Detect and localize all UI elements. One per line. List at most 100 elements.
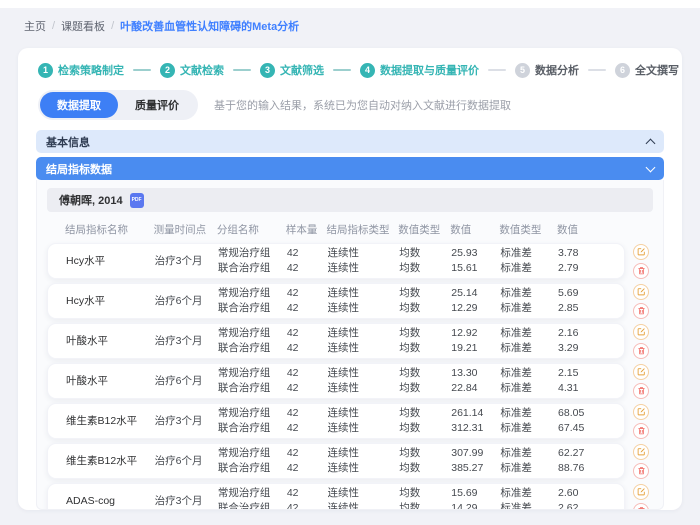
cell-line: 13.30	[451, 366, 496, 381]
breadcrumb-current[interactable]: 叶酸改善血管性认知障碍的Meta分析	[120, 18, 299, 34]
breadcrumb-board[interactable]: 课题看板	[61, 18, 105, 34]
cell-line: 常规治疗组	[218, 286, 283, 301]
edit-row-button[interactable]	[633, 284, 649, 300]
step-number-badge: 3	[260, 63, 275, 78]
tab-data-extraction[interactable]: 数据提取	[40, 92, 118, 118]
tab-quality-evaluation[interactable]: 质量评价	[118, 92, 196, 118]
cell-line: 42	[287, 286, 324, 301]
cell-line: 标准差	[500, 326, 554, 341]
column-header: 结局指标名称	[65, 222, 150, 237]
cell-value-2: 2.163.29	[558, 326, 606, 356]
step-5[interactable]: 5 数据分析	[515, 62, 579, 78]
step-number-badge: 5	[515, 63, 530, 78]
column-header: 数值类型	[499, 222, 553, 237]
column-header: 分组名称	[217, 222, 282, 237]
cell-line: 连续性	[328, 341, 396, 356]
edit-row-button[interactable]	[633, 324, 649, 340]
row-card: 叶酸水平 治疗3个月 常规治疗组联合治疗组 4242 连续性连续性 均数均数 1…	[47, 323, 625, 359]
cell-line: 均数	[399, 381, 447, 396]
step-label: 文献筛选	[280, 62, 324, 78]
cell-line: 15.69	[451, 486, 496, 501]
cell-value-type-1: 均数均数	[399, 486, 447, 510]
main-card: 1 检索策略制定 2 文献检索 3 文献筛选 4 数据提取与质量评价 5 数据分…	[18, 48, 682, 510]
cell-line: 5.69	[558, 286, 606, 301]
table-row: 叶酸水平 治疗6个月 常规治疗组联合治疗组 4242 连续性连续性 均数均数 1…	[47, 363, 653, 399]
cell-outcome-name: 维生素B12水平	[66, 414, 151, 428]
cell-line: 2.79	[558, 261, 606, 276]
cell-line: 385.27	[451, 461, 496, 476]
cell-line: 连续性	[328, 421, 396, 436]
cell-value-1: 307.99385.27	[451, 446, 496, 476]
cell-value-type-1: 均数均数	[399, 286, 447, 316]
chevron-down-icon	[646, 162, 656, 172]
section-outcome-data[interactable]: 结局指标数据	[36, 157, 664, 180]
cell-line: 312.31	[451, 421, 496, 436]
section-basic-info[interactable]: 基本信息	[36, 130, 664, 153]
delete-row-button[interactable]	[633, 463, 649, 479]
breadcrumb-separator: /	[52, 20, 55, 32]
delete-row-button[interactable]	[633, 503, 649, 511]
delete-row-button[interactable]	[633, 383, 649, 399]
row-actions	[633, 444, 653, 479]
step-4[interactable]: 4 数据提取与质量评价	[360, 62, 479, 78]
cell-line: 3.78	[558, 246, 606, 261]
delete-row-button[interactable]	[633, 343, 649, 359]
column-header: 数值类型	[398, 222, 446, 237]
cell-line: 42	[287, 461, 324, 476]
step-label: 数据提取与质量评价	[380, 62, 479, 78]
tabs-row: 数据提取 质量评价 基于您的输入结果，系统已为您自动对纳入文献进行数据提取	[38, 90, 662, 120]
cell-outcome-name: Hcy水平	[66, 294, 151, 308]
trash-icon	[637, 466, 646, 475]
edit-row-button[interactable]	[633, 484, 649, 500]
step-connector	[233, 69, 251, 71]
cell-line: 均数	[399, 446, 447, 461]
cell-line: 2.85	[558, 301, 606, 316]
cell-value-type-2: 标准差标准差	[500, 246, 554, 276]
row-card: 维生素B12水平 治疗6个月 常规治疗组联合治疗组 4242 连续性连续性 均数…	[47, 443, 625, 479]
trash-icon	[637, 266, 646, 275]
trash-icon	[637, 506, 646, 510]
edit-row-button[interactable]	[633, 444, 649, 460]
edit-row-button[interactable]	[633, 364, 649, 380]
edit-icon	[637, 447, 646, 456]
cell-value-1: 13.3022.84	[451, 366, 496, 396]
edit-row-button[interactable]	[633, 404, 649, 420]
row-actions	[633, 284, 653, 319]
cell-line: 261.14	[451, 406, 496, 421]
step-2[interactable]: 2 文献检索	[160, 62, 224, 78]
cell-value-type-1: 均数均数	[399, 326, 447, 356]
table-row: Hcy水平 治疗3个月 常规治疗组联合治疗组 4242 连续性连续性 均数均数 …	[47, 243, 653, 279]
delete-row-button[interactable]	[633, 303, 649, 319]
step-6[interactable]: 6 全文撰写	[615, 62, 679, 78]
delete-row-button[interactable]	[633, 423, 649, 439]
delete-row-button[interactable]	[633, 263, 649, 279]
cell-value-type-2: 标准差标准差	[500, 446, 554, 476]
cell-line: 22.84	[451, 381, 496, 396]
cell-line: 42	[287, 246, 324, 261]
cell-line: 连续性	[328, 261, 396, 276]
cell-line: 连续性	[328, 246, 396, 261]
cell-line: 42	[287, 501, 324, 510]
column-header: 数值	[450, 222, 495, 237]
step-connector	[133, 69, 151, 71]
table-header-row: 结局指标名称测量时间点分组名称样本量结局指标类型数值类型数值数值类型数值	[47, 222, 623, 237]
cell-value-2: 68.0567.45	[558, 406, 606, 436]
cell-value-type-1: 均数均数	[399, 446, 447, 476]
cell-timepoint: 治疗6个月	[155, 374, 214, 388]
table-body: Hcy水平 治疗3个月 常规治疗组联合治疗组 4242 连续性连续性 均数均数 …	[47, 243, 653, 510]
table-row: 叶酸水平 治疗3个月 常规治疗组联合治疗组 4242 连续性连续性 均数均数 1…	[47, 323, 653, 359]
step-number-badge: 1	[38, 63, 53, 78]
cell-line: 联合治疗组	[218, 341, 283, 356]
step-1[interactable]: 1 检索策略制定	[38, 62, 124, 78]
pdf-icon[interactable]: PDF	[130, 193, 144, 208]
cell-line: 均数	[399, 421, 447, 436]
cell-line: 42	[287, 326, 324, 341]
cell-group-name: 常规治疗组联合治疗组	[218, 326, 283, 356]
breadcrumb-home[interactable]: 主页	[24, 18, 46, 34]
edit-row-button[interactable]	[633, 244, 649, 260]
step-3[interactable]: 3 文献筛选	[260, 62, 324, 78]
cell-line: 连续性	[328, 501, 396, 510]
cell-line: 标准差	[500, 286, 554, 301]
cell-line: 连续性	[328, 286, 396, 301]
cell-outcome-name: 叶酸水平	[66, 334, 151, 348]
